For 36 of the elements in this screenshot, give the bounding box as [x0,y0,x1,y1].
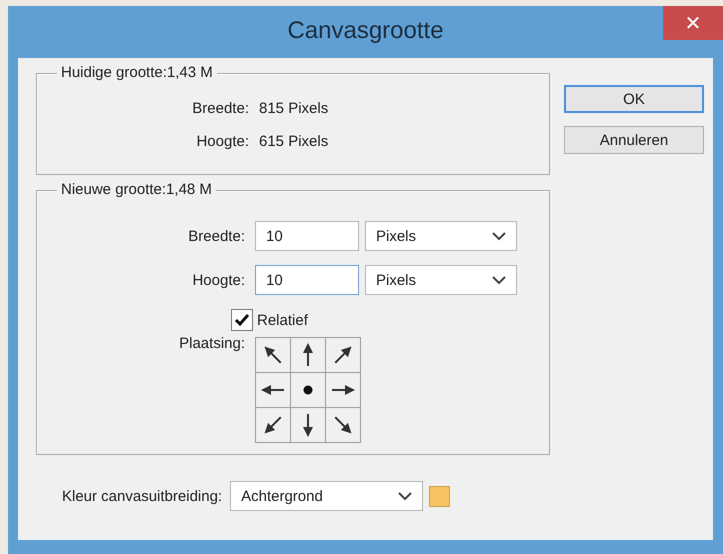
field-label: Hoogte: [195,133,250,150]
window-title: Canvasgrootte [287,17,444,45]
cancel-button[interactable]: Annuleren [564,126,704,154]
field-label: Kleur canvasuitbreiding: [62,488,222,504]
chevron-icon [492,276,506,284]
chevron-icon [492,232,506,240]
size-value: 815 Pixels [259,100,330,117]
field-label: Hoogte: [191,272,246,288]
anchor-arrow-cell[interactable] [326,338,360,372]
dot-icon [303,385,313,395]
ok-button[interactable]: OK [564,85,704,113]
color-dropdown[interactable]: Achtergrond [230,481,424,511]
chevron-icon [398,492,412,500]
relative-checkbox[interactable] [231,309,253,331]
anchor-arrow-cell[interactable] [256,338,290,372]
size-input[interactable]: 10 [255,265,359,295]
field-label: Breedte: [191,100,250,117]
anchor-dot-cell[interactable] [291,373,325,407]
unit-dropdown[interactable]: Pixels [365,265,517,295]
anchor-arrow-cell[interactable] [256,408,290,442]
anchor-arrow-cell[interactable] [291,408,325,442]
anchor-arrow-cell[interactable] [326,408,360,442]
checkbox-label: Relatief [257,312,308,328]
field-label: Breedte: [187,228,246,244]
color-swatch[interactable] [429,486,450,506]
group-legend: Huidige grootte:1,43 M [57,64,217,81]
anchor-arrow-cell[interactable] [326,373,360,407]
close-button[interactable]: ✕ [663,6,723,40]
size-input[interactable]: 10 [255,221,359,251]
group-legend: Nieuwe grootte:1,48 M [57,181,216,198]
field-label: Plaatsing: [178,335,246,352]
size-value: 615 Pixels [259,133,330,150]
anchor-arrow-cell[interactable] [291,338,325,372]
unit-dropdown[interactable]: Pixels [365,221,517,251]
check-icon [234,313,250,327]
anchor-arrow-cell[interactable] [256,373,290,407]
